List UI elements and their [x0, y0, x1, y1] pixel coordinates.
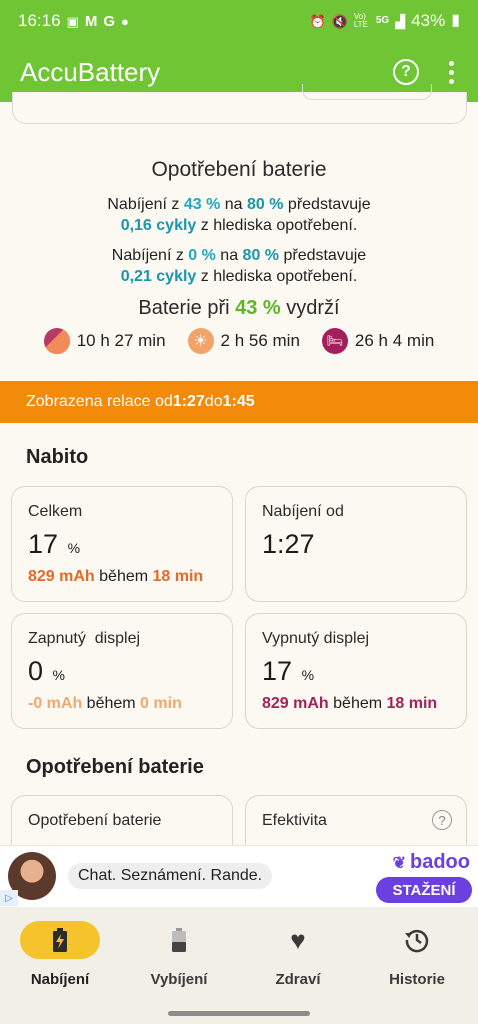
previous-card-edge — [12, 84, 467, 124]
status-time: 16:16 — [18, 11, 61, 30]
battery-charging-icon — [53, 928, 67, 952]
battery-status-icon: ▮ — [451, 12, 460, 29]
history-icon — [405, 929, 429, 953]
more-options-icon[interactable] — [445, 60, 458, 84]
battery-percent: 43% — [411, 11, 446, 30]
sun-estimate: ☀ 2 h 56 min — [187, 328, 300, 354]
nav-discharging[interactable]: Vybíjení — [119, 921, 239, 988]
screen-on-value: 0 % — [28, 656, 65, 686]
bottom-navigation: Nabíjení Vybíjení ♥ Zdraví Historie — [0, 907, 478, 1024]
wear-line-2: 0,16 cykly z hlediska opotřebení. — [120, 217, 358, 234]
google-icon: G — [103, 12, 116, 30]
5g-icon: 5G — [375, 15, 390, 26]
ad-banner[interactable]: ▷ Chat. Seznámení. Rande. ❦ badoo STAŽENÍ — [0, 845, 478, 907]
charge-from-value: 1:27 — [262, 529, 315, 559]
battery-lasts-row: 10 h 27 min ☀ 2 h 56 min 🛏 26 h 4 min — [0, 328, 478, 354]
battery-lasts-heading: Baterie při 43 % vydrží — [138, 297, 340, 319]
wear-line-4: 0,21 cykly z hlediska opotřebení. — [120, 268, 358, 285]
ad-choices-icon[interactable]: ▷ — [0, 890, 18, 906]
ad-download-button[interactable]: STAŽENÍ — [376, 877, 472, 903]
charge-from-card[interactable]: Nabíjení od 1:27 — [245, 486, 467, 602]
wear-line-3: Nabíjení z 0 % na 80 % představuje — [111, 247, 367, 264]
total-detail: 829 mAh během 18 min — [28, 568, 204, 585]
screen-on-detail: -0 mAh během 0 min — [28, 695, 182, 712]
sun-icon: ☀ — [187, 328, 214, 354]
bed-icon: 🛏 — [321, 328, 348, 354]
previous-button-edge[interactable] — [302, 84, 432, 100]
heart-icon: ♥ — [290, 924, 306, 955]
status-bar: 16:16 ▣ M G ● ⏰ 🔇 Vo) LTE 5G ▟ 43% ▮ — [0, 0, 478, 42]
volte-icon: Vo) LTE — [353, 12, 368, 29]
badoo-logo-icon: ❦ — [392, 854, 406, 872]
total-card[interactable]: Celkem 17 % 829 mAh během 18 min — [11, 486, 233, 602]
charged-section-title: Nabito — [26, 446, 89, 468]
alarm-icon: ⏰ — [309, 13, 326, 29]
nav-history[interactable]: Historie — [357, 921, 477, 988]
wear-section-title: Opotřebení baterie — [26, 756, 204, 778]
app-title: AccuBattery — [20, 56, 161, 87]
screen-off-value: 17 % — [262, 656, 315, 686]
sleep-estimate: 🛏 26 h 4 min — [321, 328, 434, 354]
gmail-icon: M — [84, 12, 98, 30]
efficiency-help-icon[interactable]: ? — [432, 810, 452, 830]
wear-summary: Opotřebení baterie Nabíjení z 43 % na 80… — [0, 158, 478, 320]
screen-on-card[interactable]: Zapnutý displej 0 % -0 mAh během 0 min — [11, 613, 233, 729]
screen-on-estimate: 10 h 27 min — [43, 328, 166, 354]
ad-text: Chat. Seznámení. Rande. — [68, 863, 273, 889]
image-icon: ▣ — [66, 13, 79, 29]
screen-on-icon — [43, 328, 70, 354]
help-icon[interactable]: ? — [393, 59, 419, 85]
battery-icon — [172, 928, 186, 952]
mute-icon: 🔇 — [331, 13, 348, 29]
wear-line-1: Nabíjení z 43 % na 80 % představuje — [107, 196, 371, 213]
wear-title: Opotřebení baterie — [151, 158, 327, 181]
ad-brand: ❦ badoo — [392, 851, 470, 873]
gesture-bar[interactable] — [168, 1011, 310, 1016]
screen-off-card[interactable]: Vypnutý displej 17 % 829 mAh během 18 mi… — [245, 613, 467, 729]
nav-charging[interactable]: Nabíjení — [0, 921, 120, 988]
nav-health[interactable]: ♥ Zdraví — [238, 921, 358, 989]
signal-icon: ▟ — [395, 13, 406, 29]
dot-icon: ● — [121, 13, 129, 29]
session-banner[interactable]: Zobrazena relace od 1:27 do 1:45 — [0, 381, 478, 423]
total-value: 17 % — [28, 529, 81, 559]
screen-off-detail: 829 mAh během 18 min — [262, 695, 438, 712]
